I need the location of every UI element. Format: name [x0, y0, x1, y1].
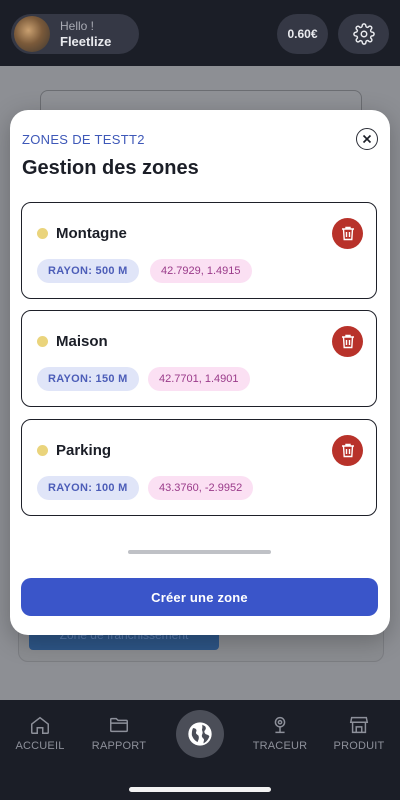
- nav-item-accueil[interactable]: ACCUEIL: [3, 714, 77, 752]
- map-globe-button[interactable]: [176, 710, 224, 758]
- zone-name: Parking: [56, 442, 112, 459]
- gear-icon: [352, 23, 375, 45]
- trash-icon: [341, 334, 354, 349]
- top-bar: Hello ! Fleetlize 0.60€: [0, 0, 400, 66]
- modal-subtitle: ZONES DE TESTT2: [22, 132, 145, 147]
- zone-coordinates-tag: 42.7701, 1.4901: [148, 367, 250, 391]
- zone-card[interactable]: Montagne RAYON: 500 M 42.7929, 1.4915: [21, 202, 377, 299]
- globe-icon: [188, 722, 212, 746]
- zone-status-dot: [37, 445, 48, 456]
- zones-modal: ZONES DE TESTT2 Gestion des zones Montag…: [10, 110, 390, 635]
- settings-button[interactable]: [338, 14, 389, 54]
- greeting-text: Hello !: [60, 19, 95, 33]
- zone-name: Montagne: [56, 225, 127, 242]
- avatar: [14, 16, 50, 52]
- nav-item-traceur[interactable]: TRACEUR: [243, 714, 317, 752]
- nav-label: ACCUEIL: [15, 740, 65, 752]
- trash-icon: [341, 443, 354, 458]
- close-button[interactable]: [356, 128, 378, 150]
- delete-zone-button[interactable]: [332, 326, 363, 357]
- create-zone-button[interactable]: Créer une zone: [21, 578, 378, 616]
- zone-coordinates-tag: 42.7929, 1.4915: [150, 259, 252, 283]
- zone-radius-tag: RAYON: 500 M: [37, 259, 139, 283]
- balance-badge[interactable]: 0.60€: [277, 14, 328, 54]
- close-icon: [362, 134, 372, 144]
- tracker-icon: [274, 716, 286, 734]
- zone-name: Maison: [56, 333, 108, 350]
- zone-status-dot: [37, 228, 48, 239]
- nav-item-rapport[interactable]: RAPPORT: [82, 714, 156, 752]
- nav-item-produit[interactable]: PRODUIT: [322, 714, 396, 752]
- trash-icon: [341, 226, 354, 241]
- zone-radius-tag: RAYON: 150 M: [37, 367, 139, 391]
- zone-status-dot: [37, 336, 48, 347]
- delete-zone-button[interactable]: [332, 218, 363, 249]
- store-icon: [349, 716, 369, 734]
- modal-title: Gestion des zones: [22, 157, 199, 179]
- delete-zone-button[interactable]: [332, 435, 363, 466]
- user-profile-button[interactable]: Hello ! Fleetlize: [11, 14, 139, 54]
- home-indicator: [129, 787, 271, 792]
- nav-label: TRACEUR: [252, 740, 308, 752]
- nav-label: RAPPORT: [91, 740, 147, 752]
- zone-coordinates-tag: 43.3760, -2.9952: [148, 476, 254, 500]
- zone-card[interactable]: Maison RAYON: 150 M 42.7701, 1.4901: [21, 310, 377, 407]
- home-icon: [31, 716, 49, 734]
- folder-icon: [110, 717, 128, 733]
- user-name: Fleetlize: [60, 34, 112, 49]
- scroll-handle[interactable]: [128, 550, 271, 554]
- zone-card[interactable]: Parking RAYON: 100 M 43.3760, -2.9952: [21, 419, 377, 516]
- nav-label: PRODUIT: [333, 740, 385, 752]
- zone-radius-tag: RAYON: 100 M: [37, 476, 139, 500]
